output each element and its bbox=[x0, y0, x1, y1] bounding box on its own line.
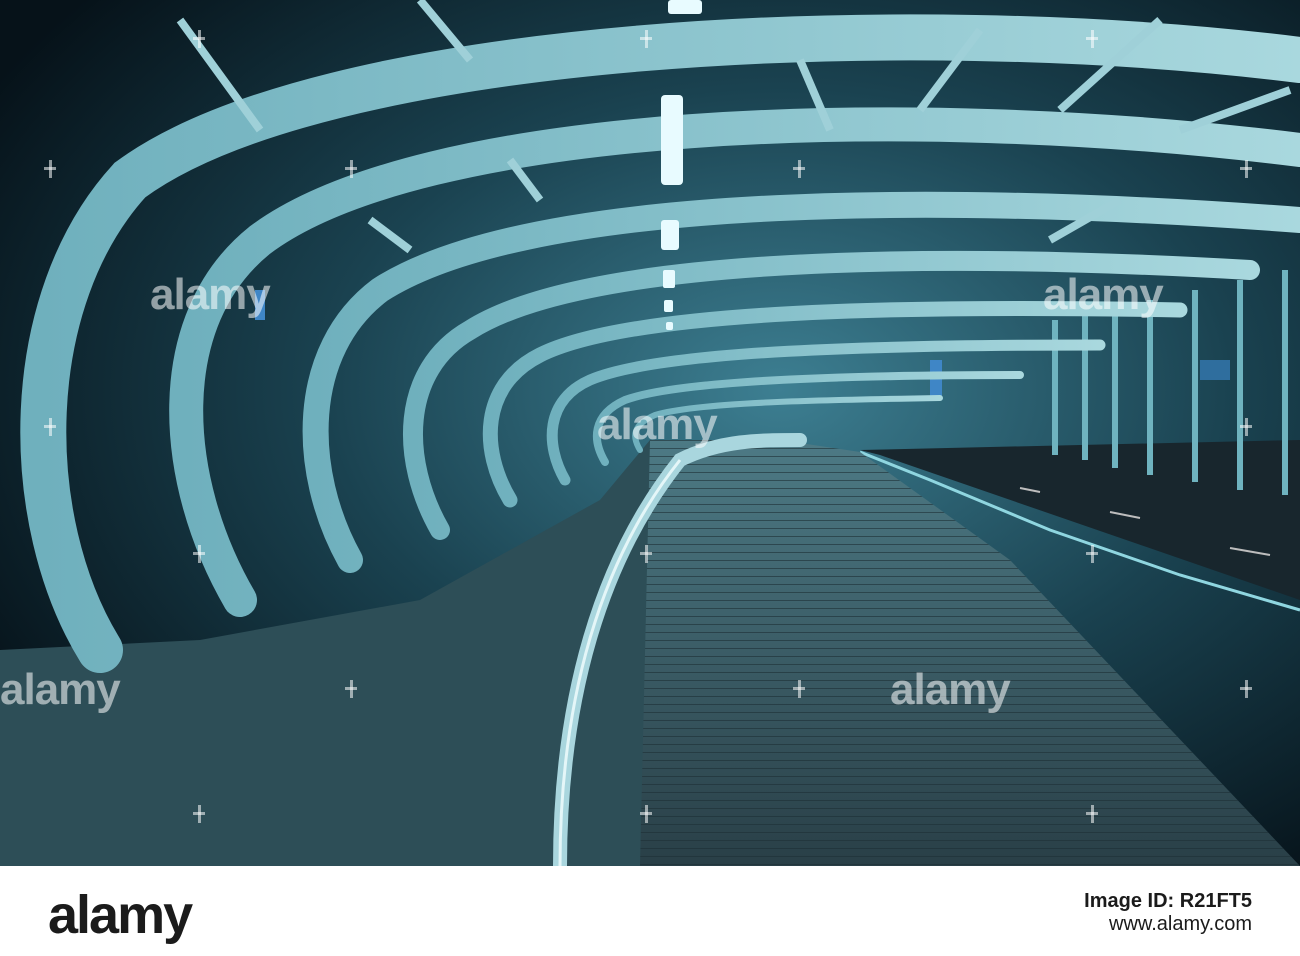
watermark-plus-icon bbox=[44, 418, 56, 436]
watermark-plus-icon bbox=[1240, 680, 1252, 698]
image-id-label: Image ID: R21FT5 bbox=[1084, 890, 1252, 912]
site-url: www.alamy.com bbox=[1109, 913, 1252, 935]
watermark-text: alamy bbox=[0, 665, 121, 714]
watermark-plus-icon bbox=[44, 160, 56, 178]
watermark-text: alamy bbox=[1043, 270, 1164, 319]
watermark-plus-icon bbox=[793, 680, 805, 698]
watermark-text: alamy bbox=[150, 270, 271, 319]
footer-bar: alamy Image ID: R21FT5 www.alamy.com bbox=[0, 866, 1300, 956]
alamy-logo: alamy bbox=[48, 885, 193, 945]
watermark-text: alamy bbox=[890, 665, 1011, 714]
watermark-plus-icon bbox=[345, 680, 357, 698]
watermark-plus-icon bbox=[193, 805, 205, 823]
watermark-plus-icon bbox=[640, 545, 652, 563]
footer-meta: Image ID: R21FT5 www.alamy.com bbox=[1084, 890, 1252, 936]
tunnel-bridge-photo: alamy alamy alamy alamy alamy bbox=[0, 0, 1300, 866]
watermark-plus-icon bbox=[1240, 418, 1252, 436]
watermark-plus-icon bbox=[193, 545, 205, 563]
watermark-plus-icon bbox=[1086, 30, 1098, 48]
watermark-plus-icon bbox=[1086, 805, 1098, 823]
watermark-plus-icon bbox=[345, 160, 357, 178]
watermark-plus-icon bbox=[793, 160, 805, 178]
watermark-plus-icon bbox=[1086, 545, 1098, 563]
watermark-plus-icon bbox=[640, 30, 652, 48]
watermark-plus-icon bbox=[1240, 160, 1252, 178]
watermark-plus-icon bbox=[193, 30, 205, 48]
watermark-text: alamy bbox=[597, 400, 718, 449]
watermark-plus-icon bbox=[640, 805, 652, 823]
